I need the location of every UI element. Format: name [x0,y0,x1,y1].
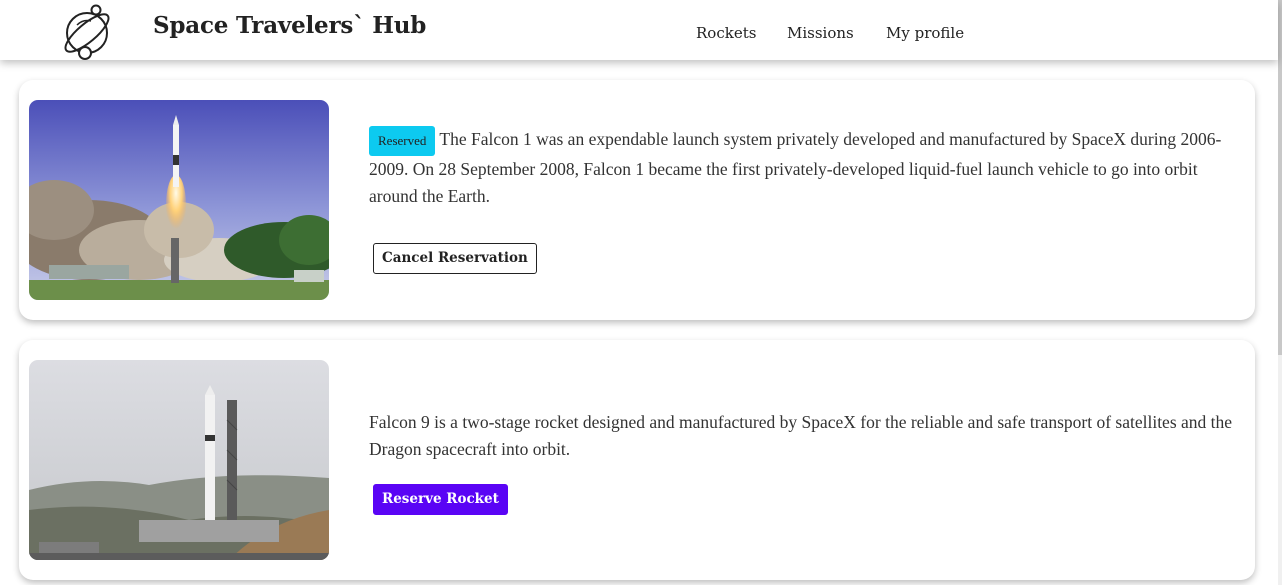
nav-rockets[interactable]: Rockets [696,24,756,42]
falcon-9-pad-image [29,360,329,560]
planet-logo-icon[interactable] [63,3,113,61]
rocket-description-text: The Falcon 1 was an expendable launch sy… [369,129,1222,206]
reserve-rocket-button[interactable]: Reserve Rocket [373,484,508,515]
rocket-card: Reserved The Falcon 1 was an expendable l… [19,80,1255,320]
falcon-1-launch-image [29,100,329,300]
nav-my-profile[interactable]: My profile [886,24,964,42]
site-header: Space Travelers` Hub Rockets Missions My… [0,0,1278,60]
rocket-description: Reserved The Falcon 1 was an expendable l… [369,126,1239,210]
rocket-card: Falcon 9 is a two-stage rocket designed … [19,340,1255,580]
brand-title: Space Travelers` Hub [153,12,427,39]
rocket-description: Falcon 9 is a two-stage rocket designed … [369,409,1239,463]
reserved-badge: Reserved [369,126,436,156]
page-scrollbar[interactable] [1278,0,1282,585]
scrollbar-thumb[interactable] [1278,0,1282,355]
cancel-reservation-button[interactable]: Cancel Reservation [373,243,537,274]
nav-missions[interactable]: Missions [787,24,854,42]
rocket-description-text: Falcon 9 is a two-stage rocket designed … [369,412,1233,459]
